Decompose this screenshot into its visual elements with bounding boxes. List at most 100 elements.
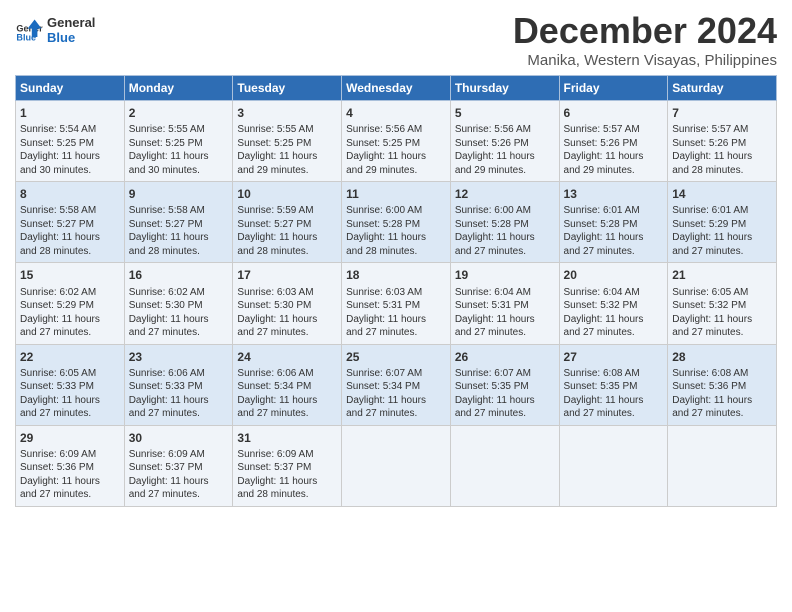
day-info: Daylight: 11 hours [237,475,337,489]
day-info: Sunrise: 6:05 AM [672,286,772,300]
day-info: Daylight: 11 hours [20,231,120,245]
day-info: Sunset: 5:25 PM [20,137,120,151]
day-info: Sunset: 5:36 PM [672,380,772,394]
day-info: Sunrise: 5:56 AM [455,123,555,137]
day-number: 15 [20,267,120,283]
day-info: Daylight: 11 hours [237,150,337,164]
day-info: Sunset: 5:37 PM [129,461,229,475]
day-number: 17 [237,267,337,283]
calendar-cell: 18Sunrise: 6:03 AMSunset: 5:31 PMDayligh… [342,263,451,344]
day-info: and 27 minutes. [129,326,229,340]
day-info: Sunset: 5:37 PM [237,461,337,475]
day-info: Sunrise: 6:07 AM [346,367,446,381]
calendar-cell [342,425,451,506]
day-info: Daylight: 11 hours [237,394,337,408]
calendar-cell: 3 Sunrise: 5:55 AMSunset: 5:25 PMDaylight… [233,101,342,182]
day-number: 29 [20,430,120,446]
day-info: and 28 minutes. [129,245,229,259]
calendar-cell: 2Sunrise: 5:55 AMSunset: 5:25 PMDaylight… [124,101,233,182]
day-info: Daylight: 11 hours [672,150,772,164]
day-info: Sunrise: 6:01 AM [672,204,772,218]
day-number: 3 [237,105,337,121]
day-number: 26 [455,349,555,365]
page-header: General Blue General Blue December 2024 … [15,10,777,69]
day-number: 9 [129,186,229,202]
day-number: 10 [237,186,337,202]
day-info: Daylight: 11 hours [564,394,664,408]
day-info: and 27 minutes. [455,245,555,259]
day-info: Sunrise: 6:06 AM [129,367,229,381]
day-info: Sunrise: 5:55 AM [237,123,337,137]
day-info: Sunrise: 6:04 AM [564,286,664,300]
day-info: Daylight: 11 hours [129,475,229,489]
day-info: Sunset: 5:25 PM [129,137,229,151]
day-info: and 29 minutes. [455,164,555,178]
day-number: 4 [346,105,446,121]
day-info: Sunrise: 6:05 AM [20,367,120,381]
calendar-cell: 24Sunrise: 6:06 AMSunset: 5:34 PMDayligh… [233,344,342,425]
calendar-cell: 10Sunrise: 5:59 AMSunset: 5:27 PMDayligh… [233,182,342,263]
calendar-cell [450,425,559,506]
calendar-week-row: 15Sunrise: 6:02 AMSunset: 5:29 PMDayligh… [16,263,777,344]
day-info: and 28 minutes. [237,245,337,259]
day-info: and 27 minutes. [672,245,772,259]
day-info: Daylight: 11 hours [20,313,120,327]
day-info: Sunset: 5:31 PM [455,299,555,313]
calendar-week-row: 8Sunrise: 5:58 AMSunset: 5:27 PMDaylight… [16,182,777,263]
calendar-cell: 4Sunrise: 5:56 AMSunset: 5:25 PMDaylight… [342,101,451,182]
day-of-week-header: Friday [559,76,668,101]
day-info: Daylight: 11 hours [672,313,772,327]
day-info: Sunrise: 6:02 AM [129,286,229,300]
day-of-week-header: Saturday [668,76,777,101]
calendar-cell: 8Sunrise: 5:58 AMSunset: 5:27 PMDaylight… [16,182,125,263]
day-info: and 28 minutes. [20,245,120,259]
day-number: 16 [129,267,229,283]
day-info: and 27 minutes. [346,407,446,421]
day-info: Daylight: 11 hours [237,313,337,327]
day-number: 14 [672,186,772,202]
day-info: and 27 minutes. [564,326,664,340]
calendar-week-row: 22Sunrise: 6:05 AMSunset: 5:33 PMDayligh… [16,344,777,425]
day-info: Sunset: 5:27 PM [20,218,120,232]
day-info: and 29 minutes. [564,164,664,178]
day-info: Sunrise: 6:02 AM [20,286,120,300]
day-number: 18 [346,267,446,283]
logo: General Blue General Blue [15,10,95,45]
calendar-cell: 21Sunrise: 6:05 AMSunset: 5:32 PMDayligh… [668,263,777,344]
day-info: Sunrise: 5:56 AM [346,123,446,137]
day-info: Sunrise: 5:55 AM [129,123,229,137]
day-number: 5 [455,105,555,121]
day-info: Daylight: 11 hours [129,394,229,408]
day-info: Daylight: 11 hours [564,231,664,245]
day-info: Sunrise: 6:03 AM [346,286,446,300]
day-info: Sunset: 5:30 PM [237,299,337,313]
day-info: Sunrise: 6:01 AM [564,204,664,218]
calendar-cell: 16Sunrise: 6:02 AMSunset: 5:30 PMDayligh… [124,263,233,344]
day-number: 20 [564,267,664,283]
calendar-cell: 11Sunrise: 6:00 AMSunset: 5:28 PMDayligh… [342,182,451,263]
day-info: Daylight: 11 hours [455,231,555,245]
day-info: and 27 minutes. [129,407,229,421]
logo-icon: General Blue [15,16,43,44]
day-info: Sunset: 5:29 PM [672,218,772,232]
day-info: Sunset: 5:25 PM [237,137,337,151]
day-info: Sunrise: 6:09 AM [237,448,337,462]
day-info: Sunrise: 6:03 AM [237,286,337,300]
day-info: Sunrise: 6:07 AM [455,367,555,381]
day-info: Sunset: 5:28 PM [455,218,555,232]
day-info: Daylight: 11 hours [346,394,446,408]
calendar-cell: 5Sunrise: 5:56 AMSunset: 5:26 PMDaylight… [450,101,559,182]
day-number: 13 [564,186,664,202]
day-info: Sunrise: 6:00 AM [346,204,446,218]
day-info: Sunset: 5:26 PM [672,137,772,151]
day-info: and 27 minutes. [20,488,120,502]
day-info: Sunrise: 6:08 AM [672,367,772,381]
day-info: Daylight: 11 hours [129,313,229,327]
day-info: Sunset: 5:34 PM [237,380,337,394]
day-info: Sunset: 5:26 PM [564,137,664,151]
day-number: 19 [455,267,555,283]
calendar-cell: 17 Sunrise: 6:03 AMSunset: 5:30 PMDayligh… [233,263,342,344]
day-number: 23 [129,349,229,365]
day-info: Daylight: 11 hours [564,313,664,327]
day-info: Sunrise: 5:58 AM [129,204,229,218]
